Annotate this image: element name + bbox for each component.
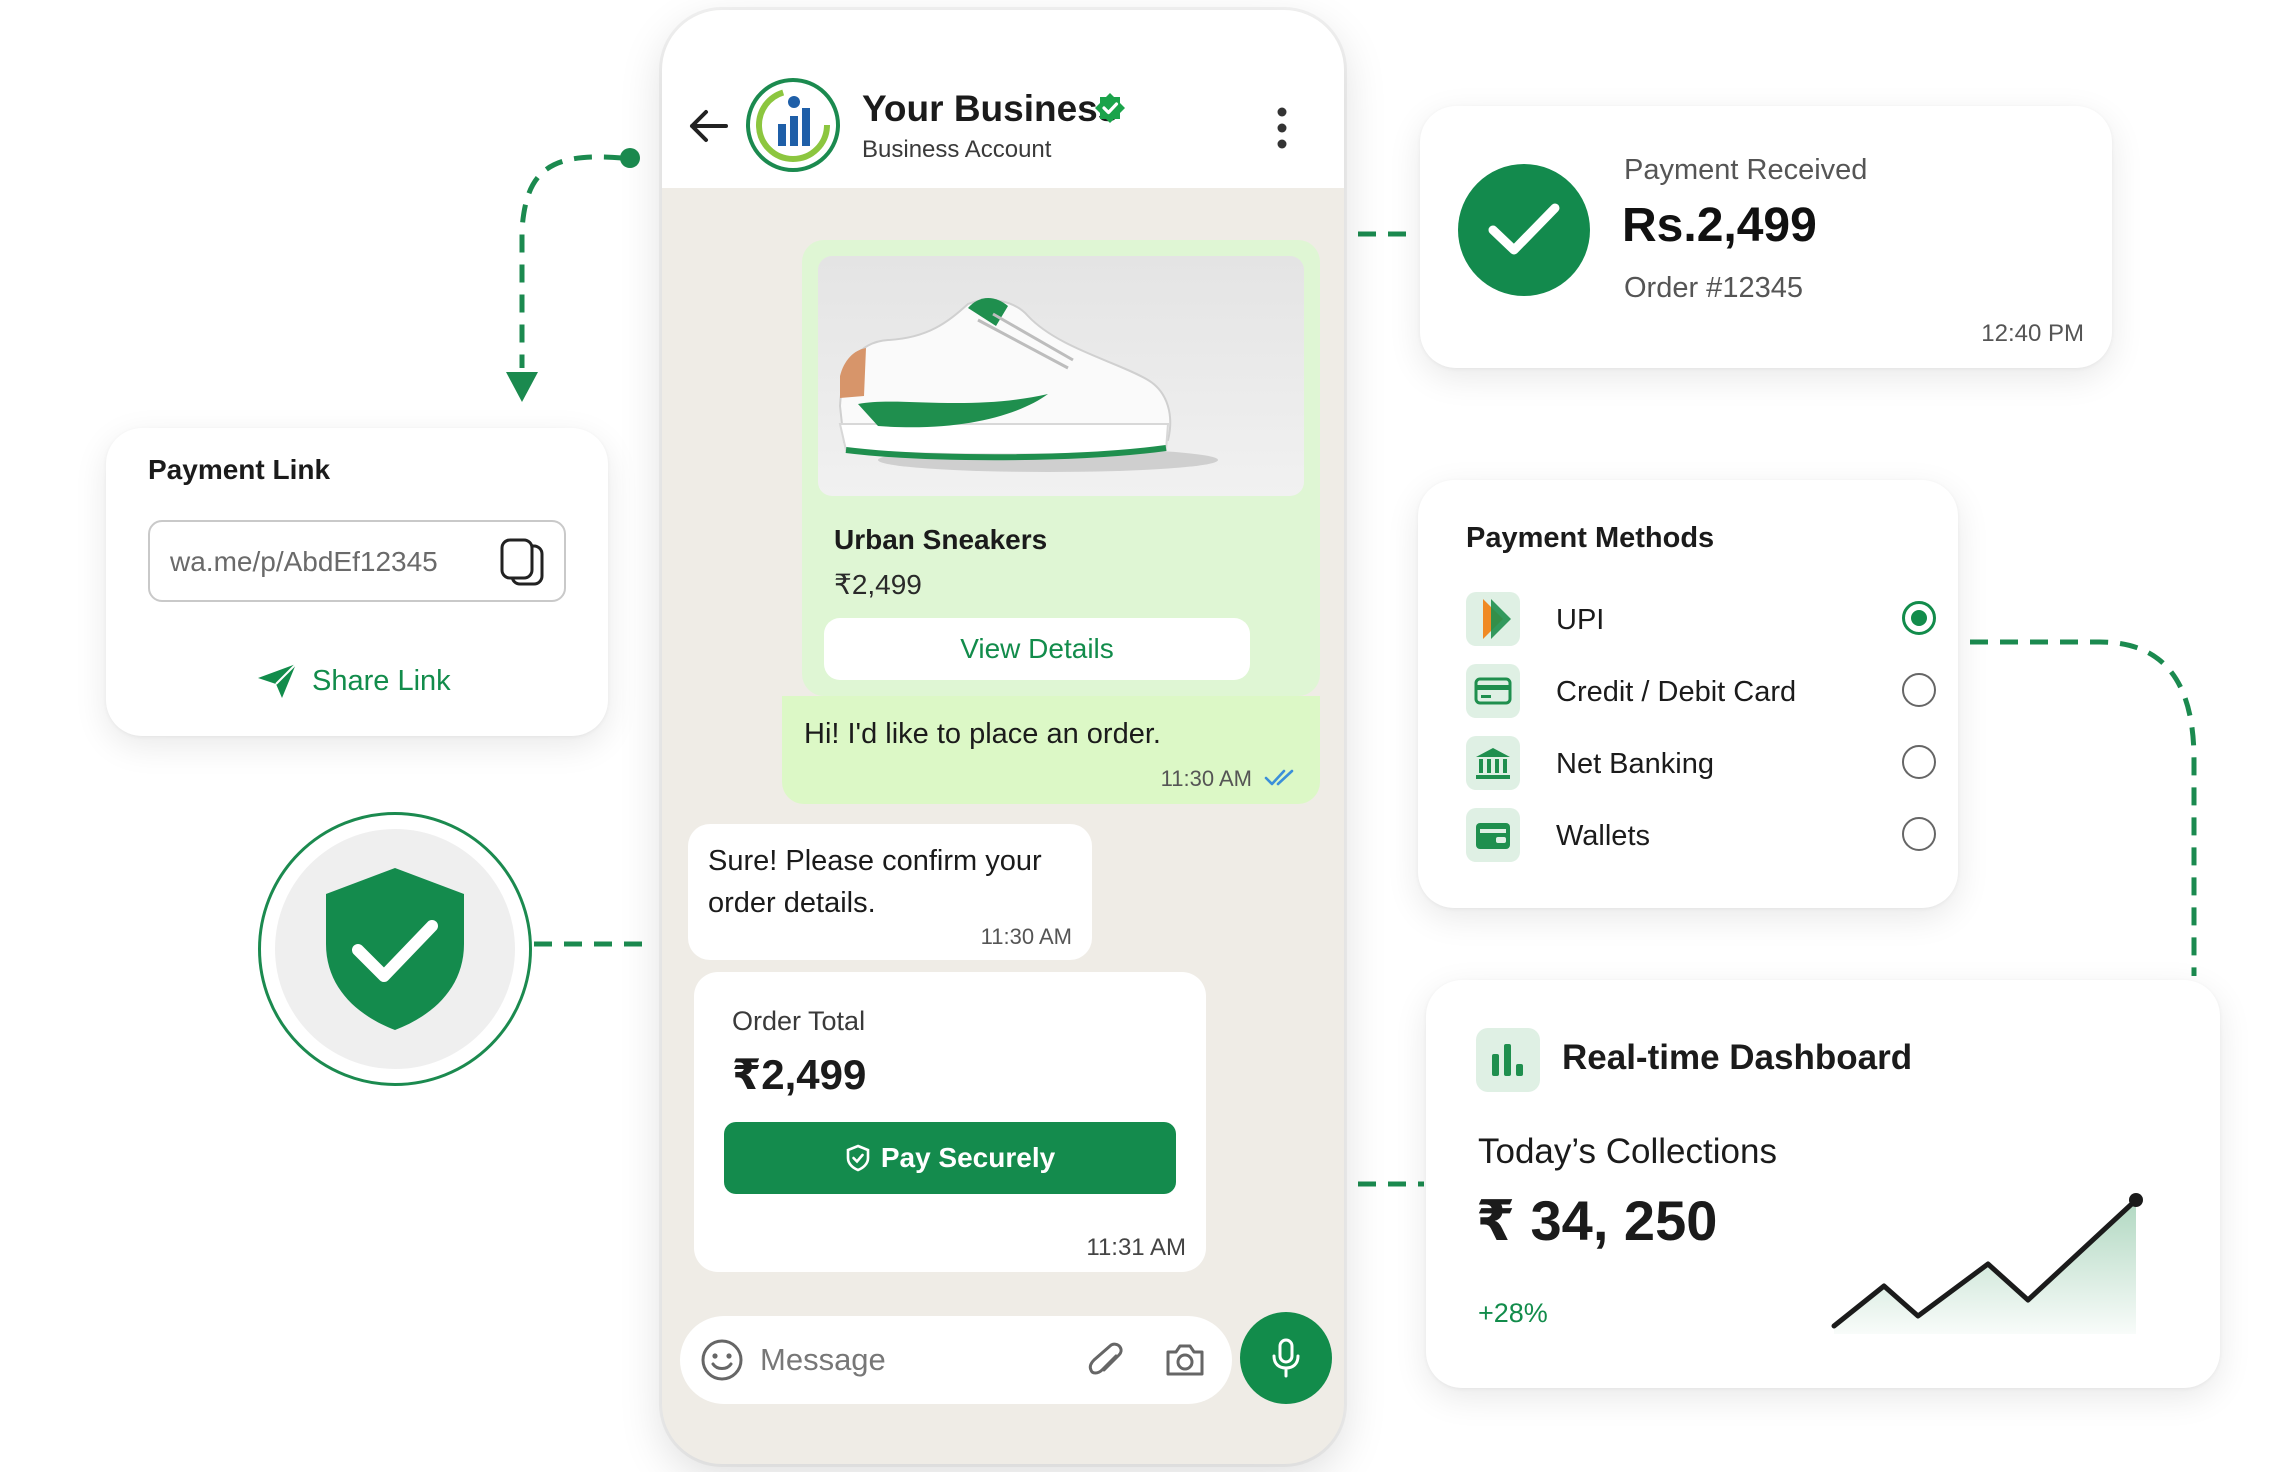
sneaker-image[interactable] xyxy=(818,256,1304,496)
payment-link-card: Payment Link wa.me/p/AbdEf12345 Share Li… xyxy=(106,428,608,736)
method-radio[interactable] xyxy=(1902,745,1936,779)
mic-icon xyxy=(1272,1338,1300,1378)
success-check-icon xyxy=(1458,164,1590,296)
chat-header: Your Business Business Account xyxy=(662,10,1344,188)
camera-icon[interactable] xyxy=(1164,1340,1206,1380)
product-name: Urban Sneakers xyxy=(834,524,1048,555)
card-icon xyxy=(1466,664,1520,718)
growth-percent: +28% xyxy=(1478,1298,1548,1328)
order-total-amount: ₹2,499 xyxy=(732,1051,867,1098)
emoji-icon[interactable] xyxy=(700,1338,744,1382)
payment-time: 12:40 PM xyxy=(1981,320,2084,347)
share-link-label: Share Link xyxy=(312,664,451,697)
method-radio-selected[interactable] xyxy=(1902,601,1936,635)
business-logo[interactable] xyxy=(746,78,840,172)
double-tick-icon xyxy=(1264,769,1294,786)
method-label: Wallets xyxy=(1556,820,1650,852)
copy-icon[interactable] xyxy=(498,536,546,588)
payment-method-wallets[interactable]: Wallets xyxy=(1466,808,1936,864)
bar-chart-icon xyxy=(1476,1028,1540,1092)
payment-link-field[interactable]: wa.me/p/AbdEf12345 xyxy=(148,520,566,602)
business-name: Your Business xyxy=(862,88,1119,129)
message-time: 11:30 AM xyxy=(980,924,1072,949)
collections-label: Today’s Collections xyxy=(1478,1132,1777,1171)
collections-amount: ₹ 34, 250 xyxy=(1476,1189,1718,1252)
outgoing-message: Hi! I'd like to place an order. 11:30 AM xyxy=(782,696,1320,804)
shield-check-icon xyxy=(846,1144,870,1172)
payment-method-netbanking[interactable]: Net Banking xyxy=(1466,736,1936,792)
method-label: Credit / Debit Card xyxy=(1556,676,1797,708)
message-text: Sure! Please confirm your order details. xyxy=(708,845,1042,919)
pay-securely-button[interactable]: Pay Securely xyxy=(724,1122,1176,1194)
order-number: Order #12345 xyxy=(1624,272,1803,304)
product-message: Urban Sneakers ₹2,499 View Details xyxy=(802,240,1320,696)
payment-method-upi[interactable]: UPI xyxy=(1466,592,1936,648)
message-composer xyxy=(680,1316,1232,1404)
method-label: Net Banking xyxy=(1556,748,1714,780)
verified-badge-icon xyxy=(1095,93,1125,123)
trend-sparkline xyxy=(1831,1193,2143,1334)
phone-mockup: Your Business Business Account Urban Sne… xyxy=(662,10,1344,1464)
payment-method-card[interactable]: Credit / Debit Card xyxy=(1466,664,1936,720)
payment-received-label: Payment Received xyxy=(1624,154,1868,186)
payment-received-card: Payment Received Rs.2,499 Order #12345 1… xyxy=(1420,106,2112,368)
attachment-icon[interactable] xyxy=(1086,1340,1128,1382)
upi-icon xyxy=(1466,592,1520,646)
realtime-dashboard-card: Real-time Dashboard Today’s Collections … xyxy=(1426,980,2220,1388)
product-price: ₹2,499 xyxy=(834,569,922,600)
wallet-icon xyxy=(1466,808,1520,862)
order-total-card: Order Total ₹2,499 Pay Securely 11:31 AM xyxy=(694,972,1206,1272)
send-icon xyxy=(258,663,297,698)
pay-securely-label: Pay Securely xyxy=(880,1142,1056,1173)
more-vert-icon[interactable] xyxy=(1274,106,1290,150)
payment-link-title: Payment Link xyxy=(148,454,331,485)
payment-methods-title: Payment Methods xyxy=(1466,522,1715,554)
method-radio[interactable] xyxy=(1902,673,1936,707)
payment-methods-card: Payment Methods UPI Credit / Debit Card xyxy=(1418,480,1958,908)
view-details-button[interactable]: View Details xyxy=(824,618,1250,680)
business-subtitle: Business Account xyxy=(862,136,1052,163)
payment-link-value: wa.me/p/AbdEf12345 xyxy=(170,546,438,577)
message-time: 11:30 AM xyxy=(1160,766,1252,791)
shield-check-icon xyxy=(326,868,464,1030)
method-label: UPI xyxy=(1556,604,1605,636)
back-arrow-icon[interactable] xyxy=(686,106,730,146)
share-link-button[interactable]: Share Link xyxy=(256,662,451,700)
incoming-message: Sure! Please confirm your order details.… xyxy=(688,824,1092,960)
dashboard-title: Real-time Dashboard xyxy=(1562,1038,1913,1077)
method-radio[interactable] xyxy=(1902,817,1936,851)
message-text: Hi! I'd like to place an order. xyxy=(804,718,1161,750)
security-shield-badge xyxy=(258,812,532,1086)
order-total-label: Order Total xyxy=(732,1006,866,1036)
payment-received-amount: Rs.2,499 xyxy=(1622,199,1817,252)
message-input[interactable] xyxy=(760,1334,1040,1386)
bank-icon xyxy=(1466,736,1520,790)
message-time: 11:31 AM xyxy=(1086,1234,1186,1261)
mic-button[interactable] xyxy=(1240,1312,1332,1404)
